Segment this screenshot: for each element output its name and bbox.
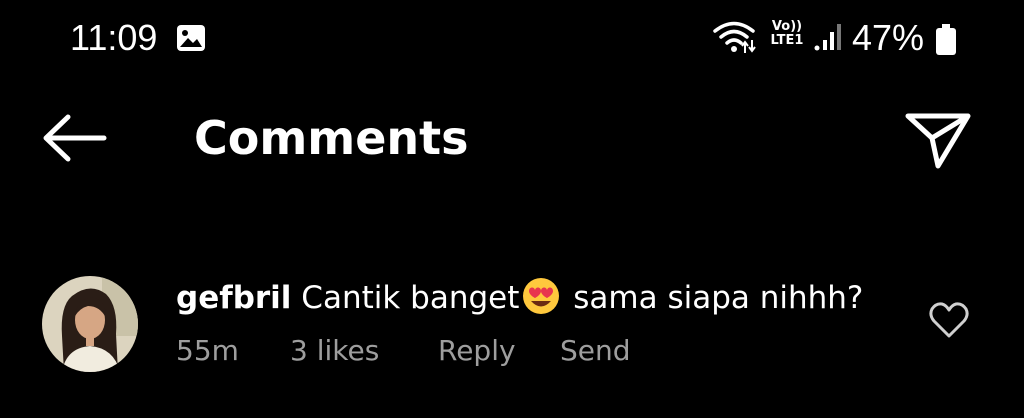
send-icon	[905, 113, 971, 169]
heart-eyes-emoji-icon	[523, 278, 560, 314]
battery-icon	[936, 24, 956, 55]
gallery-icon	[177, 25, 205, 51]
comment-body-start: Cantik banget	[301, 280, 520, 316]
wifi-icon	[713, 21, 756, 53]
back-button[interactable]	[40, 108, 110, 168]
signal-icon	[814, 24, 841, 51]
network-label-bottom: LTE1	[770, 33, 804, 48]
comment-text: gefbril Cantik banget sama siapa nihhh?	[176, 276, 863, 318]
comment-time: 55m	[176, 334, 239, 367]
comment-likes[interactable]: 3 likes	[290, 332, 379, 370]
status-time: 11:09	[70, 17, 158, 58]
page-title: Comments	[194, 111, 469, 165]
avatar-image	[42, 276, 138, 372]
send-button[interactable]	[900, 104, 976, 174]
back-arrow-icon	[43, 114, 107, 162]
like-comment-button[interactable]	[928, 300, 970, 340]
avatar[interactable]	[42, 276, 138, 372]
battery-percent: 47%	[852, 17, 925, 58]
heart-outline-icon	[929, 302, 969, 338]
comment-body-end: sama siapa nihhh?	[573, 280, 864, 316]
send-comment-button[interactable]: Send	[560, 332, 631, 370]
reply-button[interactable]: Reply	[438, 332, 516, 370]
network-label-top: Vo))	[771, 19, 803, 34]
lte-icon: Vo)) LTE1	[766, 20, 808, 54]
comment-username[interactable]: gefbril	[176, 280, 291, 316]
